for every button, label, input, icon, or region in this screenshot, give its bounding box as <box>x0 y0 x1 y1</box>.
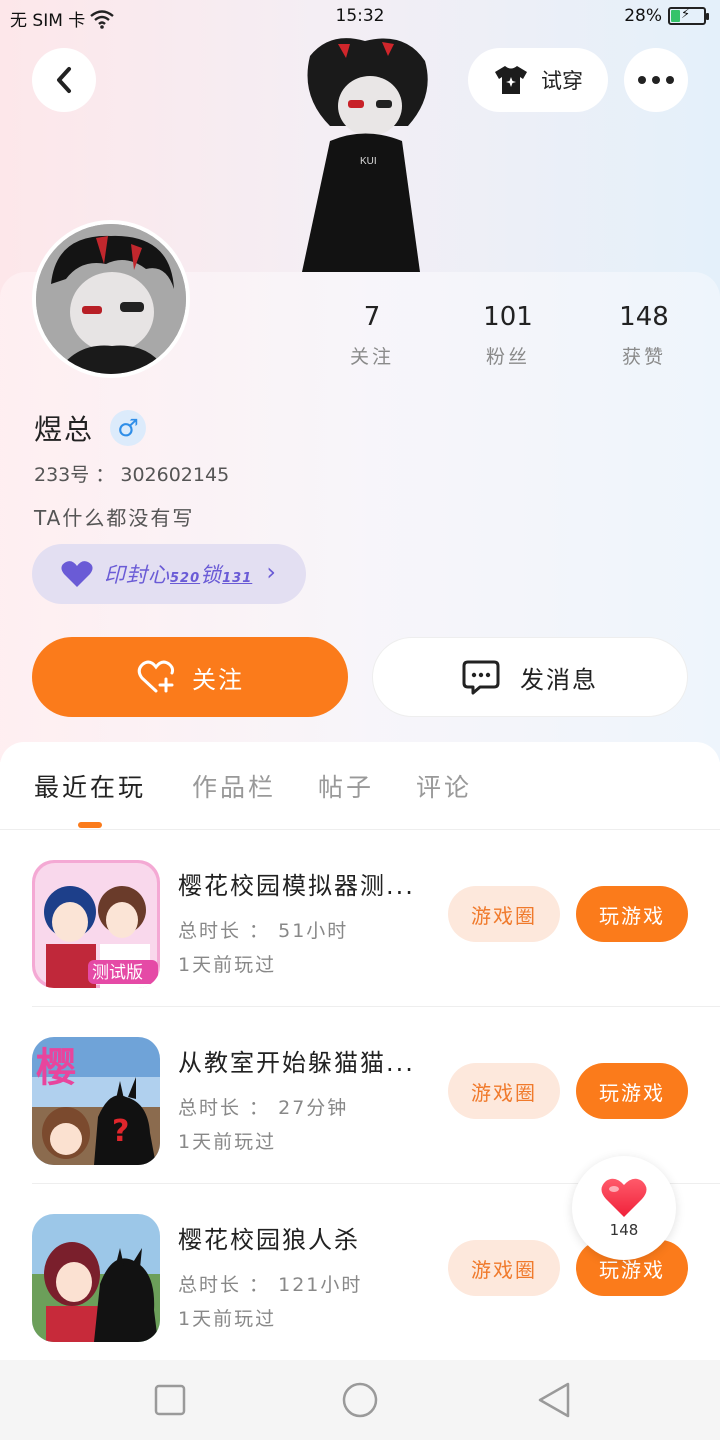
home-icon[interactable] <box>340 1382 380 1422</box>
avatar[interactable] <box>32 220 190 378</box>
user-bio: TA什么都没有写 <box>34 506 195 530</box>
game-circle-button[interactable]: 游戏圈 <box>448 886 560 942</box>
charging-icon: ⚡ <box>681 7 691 22</box>
tab-comments[interactable]: 评论 <box>416 768 472 804</box>
followers-count: 101 <box>483 302 533 332</box>
tshirt-icon <box>495 66 527 94</box>
game-icon-werewolf <box>32 1214 160 1342</box>
character-figure: KUI <box>302 38 428 272</box>
lock-badge[interactable]: 印封心520锁131 › <box>32 544 306 604</box>
heart-plus-icon <box>137 660 175 693</box>
follow-button[interactable]: 关注 <box>32 637 348 717</box>
play-game-button[interactable]: 玩游戏 <box>576 886 688 942</box>
likes-label: 获赞 <box>621 346 666 368</box>
game-title: 樱花校园狼人杀 <box>178 1226 360 1254</box>
game-duration: 总时长 ： 51小时 <box>178 920 349 942</box>
tab-posts[interactable]: 帖子 <box>318 768 374 804</box>
play-game-button[interactable]: 玩游戏 <box>576 1063 688 1119</box>
game-icon-sakura-test: 测试版 <box>32 860 160 988</box>
follow-label: 关注 <box>192 665 244 694</box>
back-nav-icon[interactable] <box>536 1382 572 1418</box>
system-nav-bar <box>0 1360 720 1440</box>
battery-percent: 28% <box>624 6 662 26</box>
game-duration: 总时长 ： 27分钟 <box>178 1097 349 1119</box>
likes-count: 148 <box>619 302 669 332</box>
try-on-label: 试穿 <box>541 69 583 93</box>
svg-text:测试版: 测试版 <box>92 963 143 983</box>
message-button[interactable]: 发消息 <box>372 637 688 717</box>
game-last-played: 1天前玩过 <box>178 954 277 976</box>
more-button[interactable] <box>624 48 688 112</box>
recent-apps-icon[interactable] <box>154 1382 186 1418</box>
tab-indicator <box>78 822 102 828</box>
tab-works[interactable]: 作品栏 <box>192 768 276 804</box>
game-last-played: 1天前玩过 <box>178 1131 277 1153</box>
following-label: 关注 <box>349 346 394 368</box>
user-id-label: 233号 <box>34 464 90 486</box>
chevron-left-icon <box>57 67 71 93</box>
game-circle-button[interactable]: 游戏圈 <box>448 1063 560 1119</box>
purple-heart-icon <box>61 561 93 587</box>
avatar-image <box>36 224 186 374</box>
game-last-played: 1天前玩过 <box>178 1308 277 1330</box>
name-row: 煜总 ♂ <box>34 408 147 448</box>
svg-text:?: ? <box>112 1114 129 1149</box>
stat-followers[interactable]: 101 粉丝 <box>458 302 558 369</box>
like-button[interactable]: 148 <box>572 1156 676 1260</box>
try-on-button[interactable]: 试穿 <box>468 48 608 112</box>
game-circle-button[interactable]: 游戏圈 <box>448 1240 560 1296</box>
game-duration: 总时长 ： 121小时 <box>178 1274 363 1296</box>
game-title: 从教室开始躲猫猫... <box>178 1049 415 1077</box>
user-id-value: 302602145 <box>120 464 230 486</box>
following-count: 7 <box>363 302 381 332</box>
heart-icon <box>601 1178 647 1217</box>
back-button[interactable] <box>32 48 96 112</box>
stat-following[interactable]: 7 关注 <box>322 302 422 369</box>
like-count: 148 <box>609 1221 639 1239</box>
clock: 15:32 <box>335 6 385 26</box>
svg-text:KUI: KUI <box>360 156 377 167</box>
chevron-right-icon: › <box>266 558 276 586</box>
game-row[interactable]: 测试版 樱花校园模拟器测... 总时长 ： 51小时 1天前玩过 游戏圈 玩游戏 <box>0 830 720 1007</box>
status-bar: 无 SIM 卡 15:32 28% ⚡ <box>0 0 720 34</box>
battery-icon: ⚡ <box>668 7 709 25</box>
tab-recent-played[interactable]: 最近在玩 <box>34 768 146 804</box>
user-name: 煜总 <box>34 413 95 446</box>
battery-fill <box>671 10 680 22</box>
chat-bubble-icon <box>462 660 500 695</box>
stat-likes[interactable]: 148 获赞 <box>594 302 694 369</box>
followers-label: 粉丝 <box>485 346 530 368</box>
game-title: 樱花校园模拟器测... <box>178 872 415 900</box>
male-gender-icon: ♂ <box>110 410 147 446</box>
svg-text:樱: 樱 <box>36 1045 76 1091</box>
badge-text: 印封心520锁131 <box>104 563 253 587</box>
user-id: 233号 ： 302602145 <box>34 464 230 486</box>
message-label: 发消息 <box>520 665 598 694</box>
content-panel: 最近在玩 作品栏 帖子 评论 测试版 樱花校园模拟器测... 总时长 ： 51小… <box>0 742 720 1362</box>
game-icon-hide-seek: ? 樱 <box>32 1037 160 1165</box>
tab-bar: 最近在玩 作品栏 帖子 评论 <box>0 742 720 830</box>
more-dots-icon <box>638 76 674 84</box>
